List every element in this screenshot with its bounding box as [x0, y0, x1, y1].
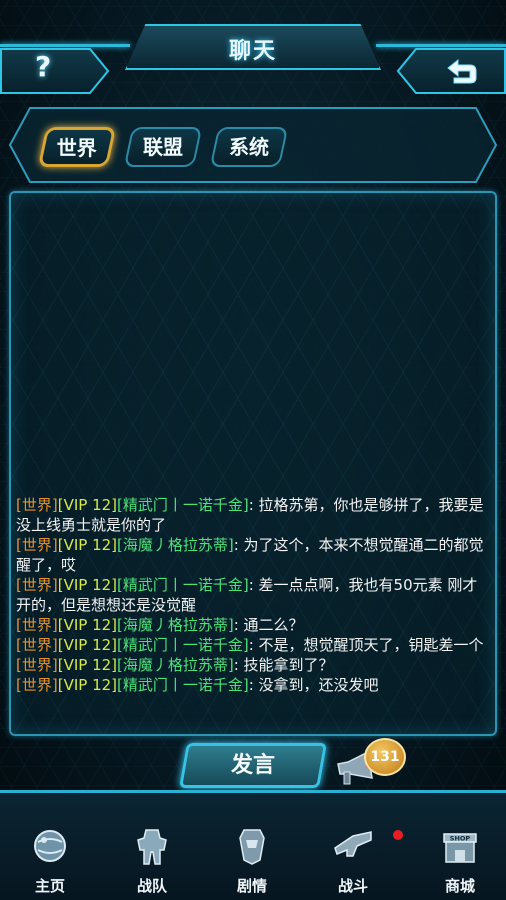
battle-notification-dot: [393, 830, 403, 840]
message-sender-name[interactable]: [海魔丿格拉苏蒂]: [117, 616, 234, 634]
message-vip-tag: [VIP 12]: [57, 636, 118, 654]
chat-message: [世界][VIP 12][精武门丨一诺千金]: 差一点点啊，我也有50元素 刚才…: [16, 575, 488, 615]
tab-system-label: 系统: [229, 135, 269, 159]
return-arrow-icon: [447, 58, 477, 84]
nav-battle-label: 战斗: [337, 877, 368, 895]
robot-team-icon: [137, 829, 167, 865]
message-channel-tag: [世界]: [16, 576, 58, 594]
header: 聊天 ?: [0, 0, 506, 100]
message-vip-tag: [VIP 12]: [57, 616, 118, 634]
message-vip-tag: [VIP 12]: [57, 656, 118, 674]
shop-icon: SHOP: [443, 833, 477, 863]
message-channel-tag: [世界]: [16, 536, 58, 554]
svg-text:SHOP: SHOP: [450, 835, 471, 843]
header-line-right: [376, 44, 506, 47]
chat-message: [世界][VIP 12][海魔丿格拉苏蒂]: 技能拿到了？: [16, 655, 488, 675]
message-channel-tag: [世界]: [16, 616, 58, 634]
nav-battle[interactable]: 战斗: [313, 820, 393, 900]
help-button[interactable]: [0, 48, 110, 94]
speak-button[interactable]: 发言: [179, 743, 327, 788]
help-icon: ?: [35, 50, 52, 83]
nav-home[interactable]: 主页: [10, 820, 90, 900]
message-channel-tag: [世界]: [16, 656, 58, 674]
message-vip-tag: [VIP 12]: [57, 676, 118, 694]
nav-shop-label: 商城: [444, 877, 475, 895]
chat-message: [世界][VIP 12][海魔丿格拉苏蒂]: 通二么？: [16, 615, 488, 635]
message-sender-name[interactable]: [精武门丨一诺千金]: [117, 576, 249, 594]
autobot-emblem-icon: [239, 829, 265, 865]
message-text: : 技能拿到了？: [233, 656, 334, 674]
chat-message: [世界][VIP 12][海魔丿格拉苏蒂]: 为了这个，本来不想觉醒通二的都觉醒…: [16, 535, 488, 575]
page-title: 聊天: [228, 39, 277, 64]
message-sender-name[interactable]: [精武门丨一诺千金]: [117, 496, 249, 514]
chat-message: [世界][VIP 12][精武门丨一诺千金]: 不是，想觉醒顶天了，钥匙差一个: [16, 635, 488, 655]
nav-home-label: 主页: [34, 877, 65, 895]
planet-home-icon: [34, 830, 66, 862]
message-sender-name[interactable]: [海魔丿格拉苏蒂]: [117, 536, 234, 554]
horn-count-badge: 131: [364, 738, 406, 776]
message-channel-tag: [世界]: [16, 636, 58, 654]
message-sender-name[interactable]: [精武门丨一诺千金]: [117, 636, 249, 654]
nav-team[interactable]: 战队: [112, 820, 192, 900]
message-sender-name[interactable]: [海魔丿格拉苏蒂]: [117, 656, 234, 674]
nav-team-label: 战队: [136, 877, 167, 895]
message-channel-tag: [世界]: [16, 676, 58, 694]
tab-alliance-label: 联盟: [143, 135, 183, 159]
header-line-left: [0, 44, 130, 47]
chat-screen: 聊天 ? 世界 联盟 系统 [世界][VIP 12][精武门丨一诺千金]: 拉格…: [0, 0, 506, 900]
chat-message: [世界][VIP 12][精武门丨一诺千金]: 没拿到，还没发吧: [16, 675, 488, 695]
message-text: : 不是，想觉醒顶天了，钥匙差一个: [248, 636, 484, 654]
message-vip-tag: [VIP 12]: [57, 576, 118, 594]
message-text: : 没拿到，还没发吧: [248, 676, 379, 694]
blaster-gun-icon: [334, 831, 372, 857]
tab-alliance[interactable]: 联盟: [123, 127, 203, 167]
message-vip-tag: [VIP 12]: [57, 536, 118, 554]
message-channel-tag: [世界]: [16, 496, 58, 514]
nav-shop[interactable]: SHOP 商城: [420, 820, 500, 900]
tab-system[interactable]: 系统: [209, 127, 289, 167]
message-sender-name[interactable]: [精武门丨一诺千金]: [117, 676, 249, 694]
message-vip-tag: [VIP 12]: [57, 496, 118, 514]
message-text: : 通二么？: [233, 616, 304, 634]
tab-world[interactable]: 世界: [37, 127, 117, 167]
nav-story-label: 剧情: [236, 877, 267, 895]
chat-message: [世界][VIP 12][精武门丨一诺千金]: 拉格苏第，你也是够拼了，我要是没…: [16, 495, 488, 535]
nav-story[interactable]: 剧情: [212, 820, 292, 900]
message-list: [世界][VIP 12][精武门丨一诺千金]: 拉格苏第，你也是够拼了，我要是没…: [16, 495, 488, 695]
speak-button-label: 发言: [230, 753, 275, 778]
tab-world-label: 世界: [56, 136, 97, 160]
